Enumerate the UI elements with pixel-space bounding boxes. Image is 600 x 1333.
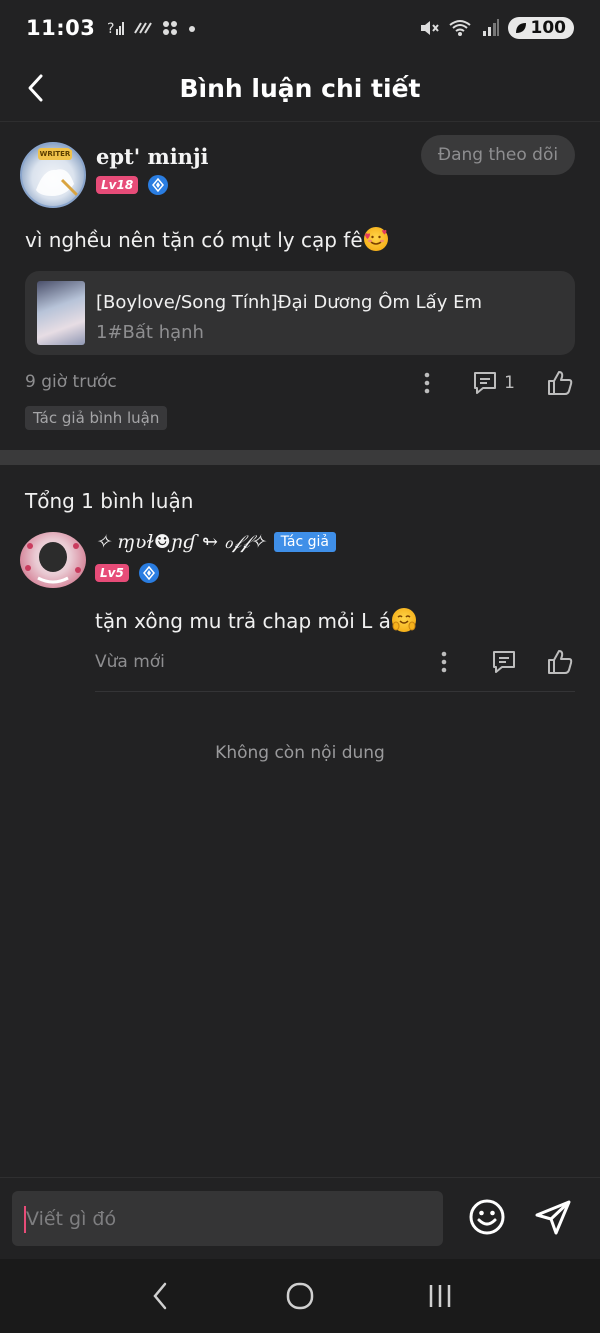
data-off-icon (134, 22, 153, 34)
smiley-icon (469, 1199, 505, 1235)
book-cover-image (37, 281, 85, 345)
status-notification-icons: ? (107, 19, 197, 37)
main-comment: WRITER ept' minji Lv18 Đang theo dõi vì … (0, 122, 600, 450)
system-navigation-bar (0, 1259, 600, 1333)
status-bar: 11:03 ? 100 (0, 0, 600, 56)
wifi-icon (448, 20, 471, 36)
mute-icon (420, 21, 439, 35)
reply-author-row: ✧ ɱʋɫ☻ɲɠ ↬ ℴ𝒻𝒻✧ Tác giả (95, 531, 336, 553)
comment-input[interactable] (12, 1191, 443, 1246)
reply-level-row: Lv5 (95, 563, 159, 583)
following-button[interactable]: Đang theo dõi (421, 135, 575, 175)
text-cursor (24, 1206, 26, 1233)
chevron-left-icon (28, 74, 43, 102)
like-button[interactable] (545, 647, 575, 677)
reply-timestamp: Vừa mới (95, 652, 165, 672)
post-username[interactable]: ept' minji (96, 144, 209, 169)
more-options-button[interactable] (412, 368, 442, 398)
level-badge: Lv5 (95, 564, 129, 582)
thumbs-up-icon (548, 650, 573, 674)
section-divider (0, 450, 600, 465)
reply-avatar[interactable] (20, 532, 86, 588)
book-chapter: 1#Bất hạnh (96, 322, 204, 343)
reply-text-content: tặn xông mu trả chap mỏi L á (95, 609, 391, 633)
level-badge: Lv18 (96, 176, 139, 194)
reply-text: tặn xông mu trả chap mỏi L á (95, 608, 416, 633)
thumbs-up-icon (548, 371, 573, 395)
charging-leaf-icon (515, 23, 526, 33)
svg-text:?: ? (107, 21, 114, 37)
nav-recents-icon (429, 1285, 451, 1307)
send-button[interactable] (532, 1196, 574, 1238)
nav-back-icon (153, 1282, 167, 1310)
nav-back-button[interactable] (130, 1271, 190, 1321)
nav-recents-button[interactable] (410, 1271, 470, 1321)
author-badge: Tác giả (273, 532, 336, 552)
top-app-bar: Bình luận chi tiết (0, 56, 600, 122)
comment-actions: 1 (412, 368, 575, 398)
back-button[interactable] (18, 68, 54, 108)
reply-actions (429, 647, 575, 677)
comments-total: Tổng 1 bình luận (25, 489, 194, 513)
signal-question-icon: ? (107, 21, 125, 37)
diamond-icon (148, 175, 169, 195)
avatar[interactable]: WRITER (20, 142, 86, 208)
battery-level: 100 (530, 18, 567, 38)
battery-indicator: 100 (507, 17, 574, 39)
diamond-icon (138, 563, 159, 583)
comment-text-content: vì nghều nên tặn có mụt ly cạp fê (25, 228, 363, 252)
like-button[interactable] (545, 368, 575, 398)
book-title: [Boylove/Song Tính]Đại Dương Ôm Lấy Em (96, 292, 482, 313)
book-reference-card[interactable]: [Boylove/Song Tính]Đại Dương Ôm Lấy Em 1… (25, 271, 575, 355)
avatar-illustration-icon (36, 169, 80, 198)
comment-composer (0, 1177, 600, 1259)
reply-button[interactable]: 1 (472, 368, 515, 398)
avatar-frame-icon (25, 543, 81, 584)
hugging-face-emoji-icon (391, 608, 416, 632)
app-grid-icon (163, 21, 178, 35)
more-options-button[interactable] (429, 647, 459, 677)
page-title: Bình luận chi tiết (179, 74, 421, 103)
user-level-row: Lv18 (96, 175, 169, 195)
smiling-face-with-hearts-emoji-icon (363, 227, 388, 251)
more-vertical-icon (441, 651, 447, 673)
more-vertical-icon (424, 372, 430, 394)
cell-signal-icon (482, 19, 499, 36)
reply-divider (95, 691, 575, 692)
status-time: 11:03 (26, 16, 96, 40)
comment-timestamp: 9 giờ trước (25, 372, 117, 392)
comment-icon (474, 372, 497, 394)
comment-text: vì nghều nên tặn có mụt ly cạp fê (25, 227, 388, 252)
reply-username[interactable]: ✧ ɱʋɫ☻ɲɠ ↬ ℴ𝒻𝒻✧ (95, 531, 266, 553)
reply-button[interactable] (489, 647, 519, 677)
nav-home-button[interactable] (270, 1271, 330, 1321)
end-of-list-label: Không còn nội dung (215, 743, 385, 763)
emoji-button[interactable] (466, 1196, 508, 1238)
author-comment-tag: Tác giả bình luận (25, 406, 168, 430)
dot-icon (189, 26, 196, 32)
reply-count: 1 (504, 373, 515, 393)
nav-home-icon (286, 1282, 314, 1310)
send-icon (535, 1200, 571, 1235)
comment-icon (493, 651, 515, 673)
